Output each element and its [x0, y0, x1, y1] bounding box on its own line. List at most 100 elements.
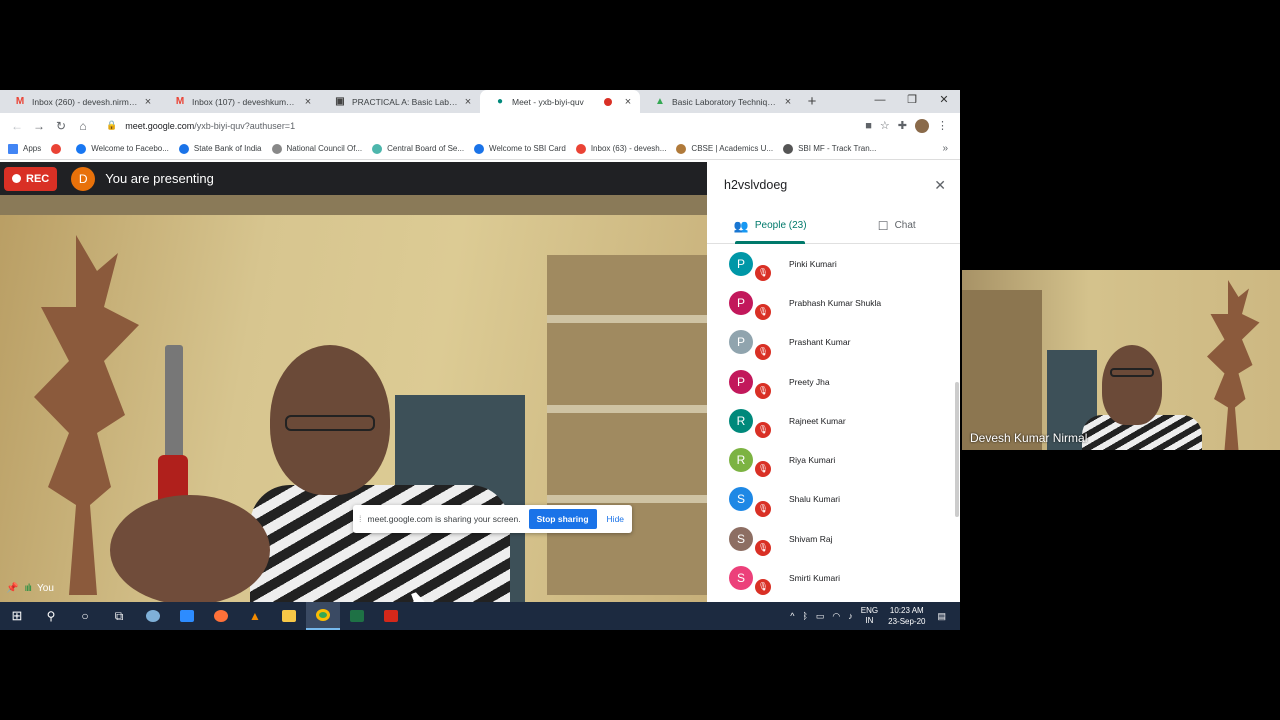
close-icon[interactable]: ✕: [934, 177, 946, 194]
tab-people[interactable]: 👥 People (23): [707, 208, 834, 243]
bookmark-sbi-mf[interactable]: SBI MF - Track Tran...: [783, 143, 876, 154]
restore-icon[interactable]: ❐: [896, 90, 928, 110]
bookmark-sbi[interactable]: State Bank of India: [178, 143, 262, 154]
participant-row[interactable]: R 🎙 Riya Kumari: [707, 440, 960, 479]
excel-icon[interactable]: [340, 602, 374, 630]
acrobat-icon[interactable]: [374, 602, 408, 630]
chrome-icon[interactable]: [306, 602, 340, 630]
close-window-icon[interactable]: ✕: [928, 90, 960, 110]
search-icon[interactable]: ⚲: [34, 602, 68, 630]
camera-icon[interactable]: ■: [865, 120, 872, 132]
chevron-up-icon[interactable]: ^: [790, 611, 794, 621]
bookmark-sbi-card[interactable]: Welcome to SBI Card: [474, 143, 566, 154]
zoom-icon[interactable]: [170, 602, 204, 630]
file-explorer-icon[interactable]: [272, 602, 306, 630]
bookmark-inbox[interactable]: Inbox (63) - devesh...: [575, 143, 666, 154]
presenter-avatar: D: [71, 166, 96, 191]
tab-practical[interactable]: ▣ PRACTICAL A: Basic Laboratory ×: [320, 90, 480, 113]
participant-row[interactable]: S 🎙 Smirti Kumari: [707, 558, 960, 597]
participant-row[interactable]: R 🎙 Rajneet Kumar: [707, 401, 960, 440]
battery-icon[interactable]: ▭: [816, 611, 825, 622]
tab-basic-lab[interactable]: ▲ Basic Laboratory Techniques ( ×: [640, 90, 800, 113]
close-icon[interactable]: ×: [622, 96, 634, 108]
participant-row[interactable]: P 🎙 Preety Jha: [707, 362, 960, 401]
hide-button[interactable]: Hide: [607, 514, 624, 524]
close-icon[interactable]: ×: [302, 96, 314, 108]
record-icon: [12, 174, 21, 183]
participant-row[interactable]: P 🎙 Prabhash Kumar Shukla: [707, 283, 960, 322]
star-icon[interactable]: ☆: [880, 119, 890, 132]
participant-row[interactable]: S 🎙 Shalu Kumari: [707, 480, 960, 519]
bluetooth-icon[interactable]: ᛒ: [803, 611, 808, 621]
browser-toolbar: ← → ↻ ⌂ 🔒 meet.google.com/yxb-biyi-quv?a…: [0, 113, 960, 138]
forward-icon[interactable]: →: [28, 119, 50, 133]
drag-handle-icon[interactable]: ⁞: [359, 514, 362, 524]
menu-icon[interactable]: ⋮: [937, 119, 948, 132]
screen-share-notification: ⁞ meet.google.com is sharing your screen…: [353, 505, 632, 533]
bookmark-apps[interactable]: Apps: [8, 143, 41, 154]
back-icon[interactable]: ←: [6, 119, 28, 133]
share-notice-text: meet.google.com is sharing your screen.: [367, 514, 521, 524]
participant-row[interactable]: P 🎙 Pinki Kumari: [707, 244, 960, 283]
people-icon: 👥: [733, 218, 749, 233]
participant-row[interactable]: P 🎙 Prashant Kumar: [707, 323, 960, 362]
meet-icon: ●: [496, 95, 504, 107]
tab-strip: M Inbox (260) - devesh.nirmal@g × M Inbo…: [0, 90, 960, 113]
participant-avatar: R: [729, 408, 753, 433]
globe-icon: [783, 143, 794, 154]
notifications-icon[interactable]: ▤: [937, 611, 946, 622]
more-bookmarks-icon[interactable]: »: [942, 143, 948, 154]
profile-avatar[interactable]: [915, 118, 929, 133]
windows-start-icon[interactable]: ⊞: [0, 602, 34, 630]
participant-name: Prashant Kumar: [789, 337, 851, 348]
participant-avatar: S: [729, 487, 753, 512]
bookmark-google[interactable]: [51, 143, 66, 154]
close-icon[interactable]: ×: [782, 96, 794, 108]
cortana-icon[interactable]: ○: [68, 602, 102, 630]
bookmark-facebook[interactable]: Welcome to Facebo...: [76, 143, 169, 154]
close-icon[interactable]: ×: [142, 96, 154, 108]
facebook-icon: [76, 143, 87, 154]
bookmark-cbse-academics[interactable]: CBSE | Academics U...: [676, 143, 773, 154]
panel-scrollbar[interactable]: [955, 382, 959, 517]
participant-name: Shivam Raj: [789, 533, 833, 544]
bookmark-ncert[interactable]: National Council Of...: [271, 143, 362, 154]
app-settings-icon[interactable]: [136, 602, 170, 630]
minimize-icon[interactable]: —: [864, 90, 896, 110]
participant-avatar: P: [729, 251, 753, 276]
panel-tabs: 👥 People (23) ☐ Chat: [707, 208, 960, 244]
language-indicator[interactable]: ENG IN: [861, 606, 878, 626]
wifi-icon[interactable]: ◠: [832, 611, 840, 622]
gmail-icon: M: [175, 95, 185, 107]
tab-meet[interactable]: ● Meet - yxb-biyi-quv ×: [480, 90, 640, 113]
stop-sharing-button[interactable]: Stop sharing: [528, 509, 597, 529]
google-icon: [51, 143, 62, 154]
firefox-icon[interactable]: [204, 602, 238, 630]
mic-off-icon: 🎙: [755, 304, 771, 321]
apps-icon: [8, 143, 18, 154]
clock[interactable]: 10:23 AM 23-Sep-20: [888, 605, 925, 627]
meet-content: REC D You are presenting ⁞ meet.google.c…: [0, 162, 960, 602]
pin-icon[interactable]: 📌: [6, 583, 18, 594]
rec-badge: REC: [4, 166, 58, 191]
task-view-icon[interactable]: ⧉: [102, 602, 136, 630]
address-bar[interactable]: 🔒 meet.google.com/yxb-biyi-quv?authuser=…: [100, 115, 859, 136]
people-panel: h2vslvdoeg ✕ 👥 People (23) ☐ Chat P 🎙 Pinki …: [707, 162, 960, 602]
sbi-card-icon: [474, 143, 485, 154]
new-tab-button[interactable]: +: [800, 90, 824, 113]
reload-icon[interactable]: ↻: [50, 119, 72, 133]
windows-taskbar: ⊞ ⚲ ○ ⧉ ▲ ^ ᛒ ▭ ◠ ♪ ENG IN 10:23 AM 23-Sep…: [0, 602, 960, 630]
bookmark-cbse[interactable]: Central Board of Se...: [372, 143, 464, 154]
home-icon[interactable]: ⌂: [72, 119, 94, 133]
close-icon[interactable]: ×: [462, 96, 474, 108]
participant-row[interactable]: S 🎙 Shivam Raj: [707, 519, 960, 558]
participant-avatar: S: [729, 566, 753, 591]
tab-gmail-1[interactable]: M Inbox (260) - devesh.nirmal@g ×: [0, 90, 160, 113]
tab-gmail-2[interactable]: M Inbox (107) - deveshkumar.22( ×: [160, 90, 320, 113]
tab-chat[interactable]: ☐ Chat: [834, 208, 961, 243]
self-label: 📌 ıılı You: [6, 583, 54, 594]
extensions-icon[interactable]: ✚: [898, 119, 907, 132]
volume-icon[interactable]: ♪: [848, 611, 853, 621]
participant-list: P 🎙 Pinki Kumari P 🎙 Prabhash Kumar Shukla P…: [707, 244, 960, 602]
vlc-icon[interactable]: ▲: [238, 602, 272, 630]
